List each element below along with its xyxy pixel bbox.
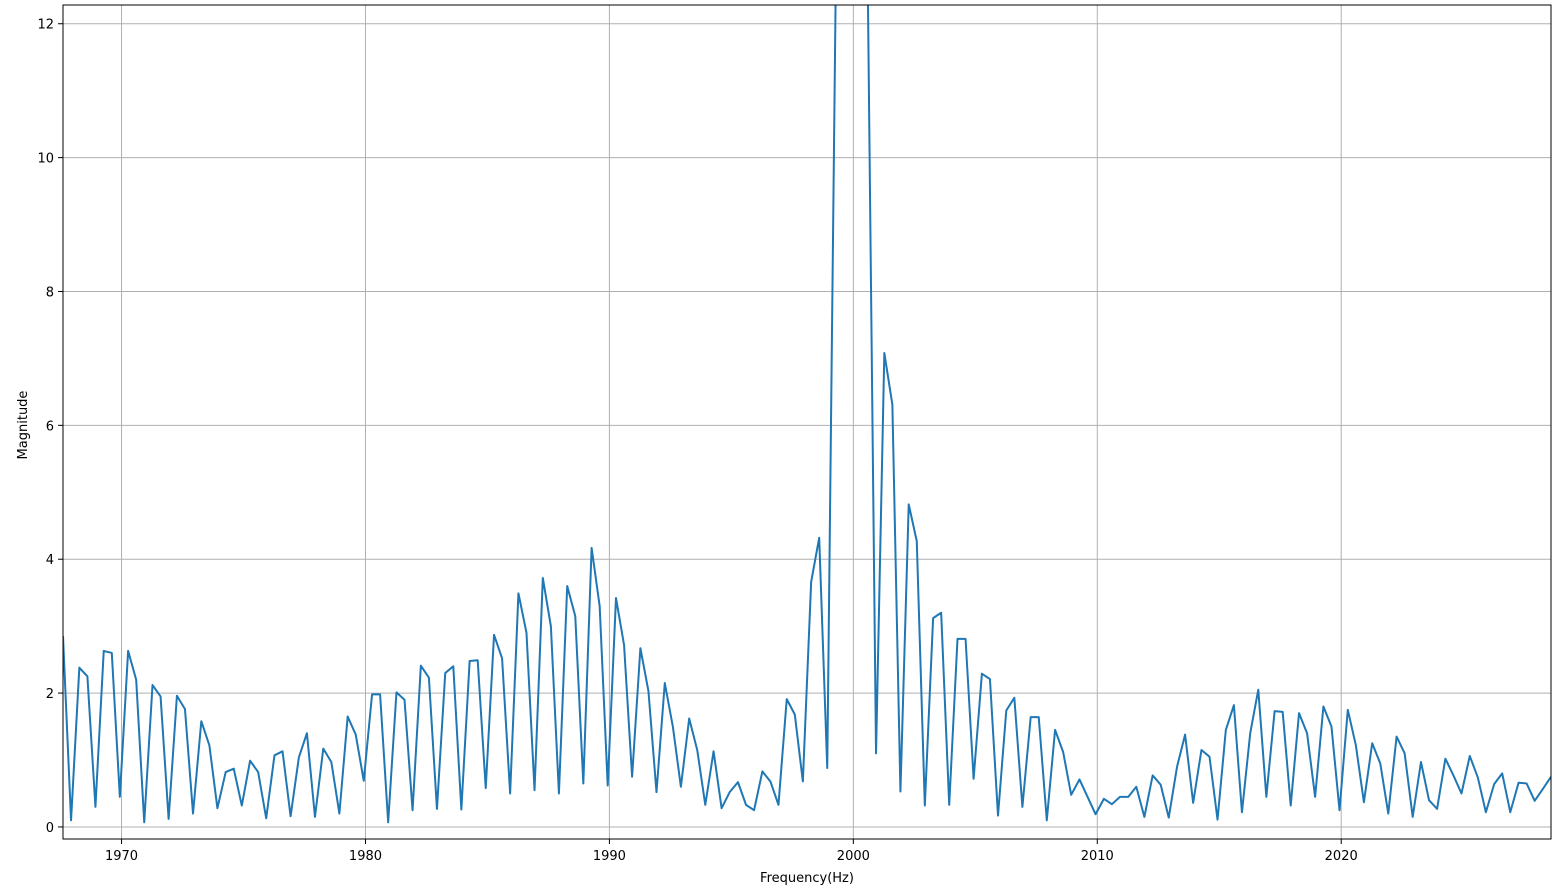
y-axis-label: Magnitude: [16, 391, 31, 460]
x-tick-label: 1970: [105, 849, 138, 864]
y-tick-label: 0: [46, 821, 54, 836]
x-tick-label: 1980: [349, 849, 382, 864]
magnitude-chart: 1970 1980 1990 2000 2010 2020 0 2 4 6 8 10 12 Frequ…: [0, 0, 1562, 891]
x-tick-label: 2000: [837, 849, 870, 864]
chart-background: [0, 0, 1562, 891]
y-tick-label: 12: [37, 18, 54, 33]
y-tick-label: 4: [46, 553, 54, 568]
x-tick-label: 1990: [593, 849, 626, 864]
y-tick-label: 10: [37, 152, 54, 167]
y-tick-label: 8: [46, 285, 54, 300]
y-tick-label: 6: [46, 419, 54, 434]
x-tick-label: 2010: [1081, 849, 1114, 864]
y-tick-label: 2: [46, 687, 54, 702]
x-axis-label: Frequency(Hz): [760, 871, 854, 886]
x-tick-label: 2020: [1325, 849, 1358, 864]
